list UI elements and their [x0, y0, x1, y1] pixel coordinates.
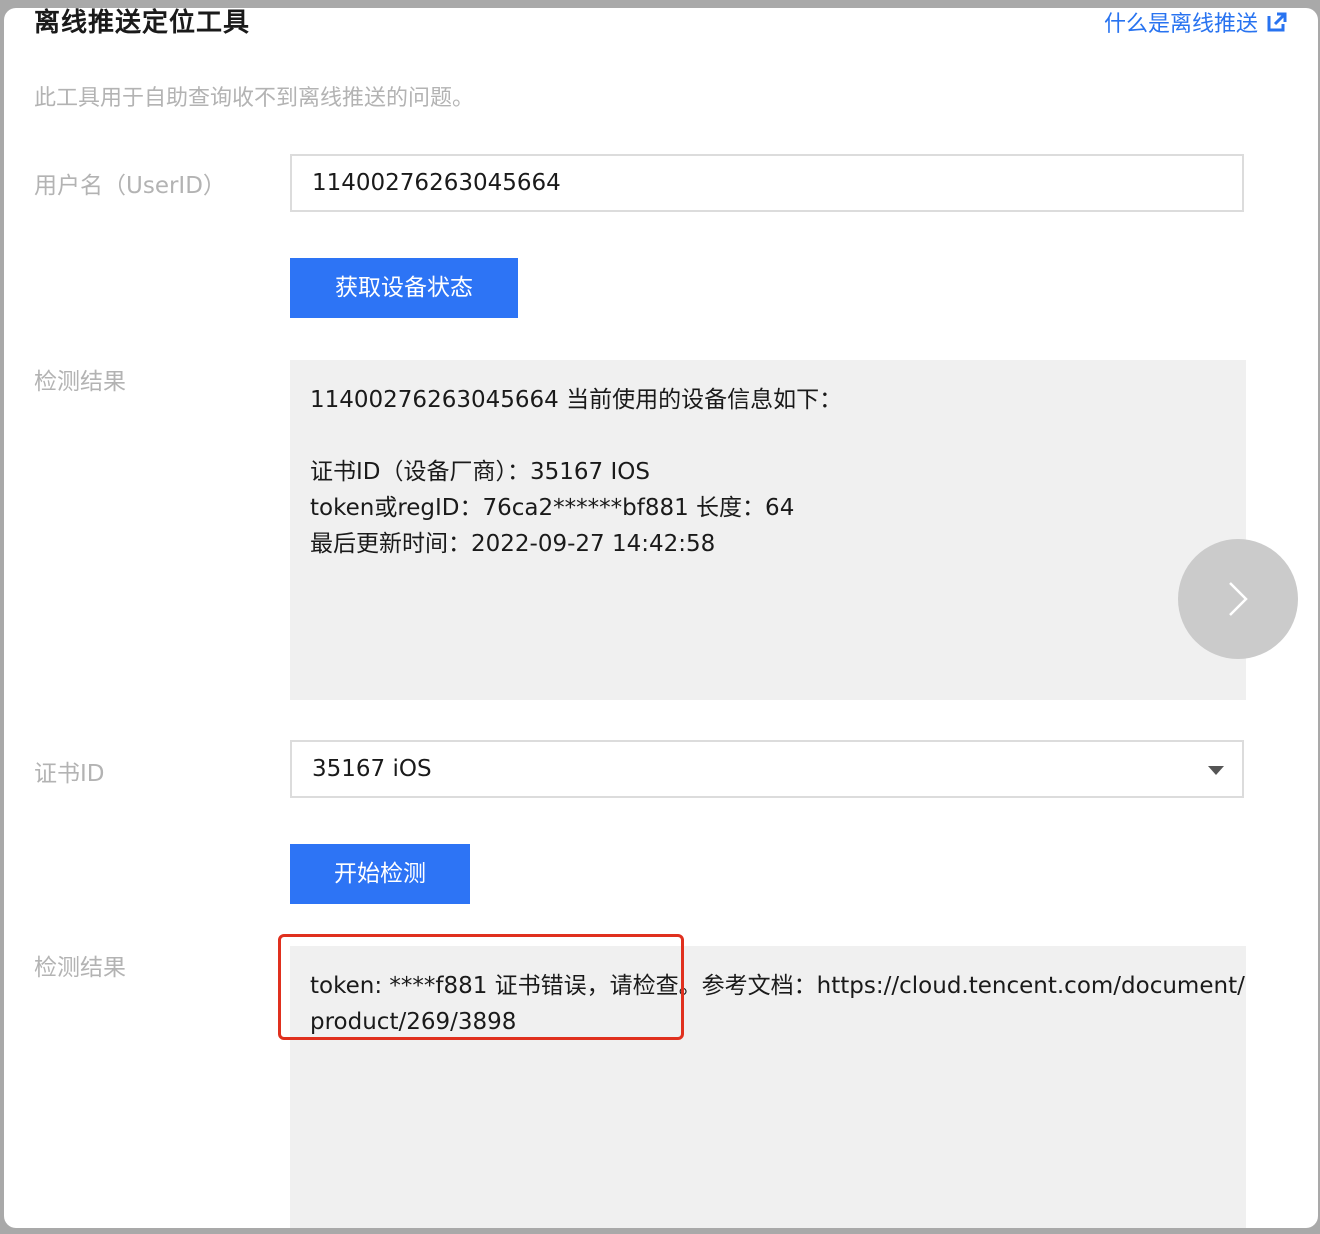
- userid-label: 用户名（UserID）: [34, 173, 226, 199]
- device-last-update: 最后更新时间：2022-09-27 14:42:58: [310, 531, 716, 557]
- dialog-description: 此工具用于自助查询收不到离线推送的问题。: [34, 86, 475, 111]
- userid-input[interactable]: 11400276263045664: [290, 154, 1244, 212]
- help-link[interactable]: 什么是离线推送: [1104, 8, 1288, 38]
- next-button[interactable]: [1178, 539, 1298, 659]
- help-link-label: 什么是离线推送: [1103, 12, 1258, 37]
- cert-id-label: 证书ID: [34, 761, 105, 787]
- check-result-label: 检测结果: [34, 955, 126, 981]
- device-cert-id: 证书ID（设备厂商）：35167 IOS: [310, 459, 650, 485]
- cert-id-select[interactable]: 35167 iOS: [290, 740, 1244, 798]
- get-device-status-button[interactable]: 获取设备状态: [290, 258, 518, 318]
- start-check-button[interactable]: 开始检测: [290, 844, 470, 904]
- device-token: token或regID：76ca2******bf881 长度：64: [310, 495, 795, 521]
- cert-id-selected-value: 35167 iOS: [312, 756, 432, 782]
- device-info-heading: 11400276263045664 当前使用的设备信息如下：: [310, 387, 843, 413]
- external-link-icon: [1266, 11, 1288, 33]
- offline-push-dialog: 离线推送定位工具 什么是离线推送 此工具用于自助查询收不到离线推送的问题。 用户…: [4, 8, 1318, 1228]
- chevron-right-icon: [1229, 582, 1248, 616]
- dialog-title: 离线推送定位工具: [34, 8, 251, 38]
- device-result-label: 检测结果: [34, 369, 126, 395]
- error-highlight-box: [278, 934, 684, 1040]
- chevron-down-icon: [1208, 766, 1224, 775]
- device-result-box: 11400276263045664 当前使用的设备信息如下： 证书ID（设备厂商…: [290, 360, 1246, 700]
